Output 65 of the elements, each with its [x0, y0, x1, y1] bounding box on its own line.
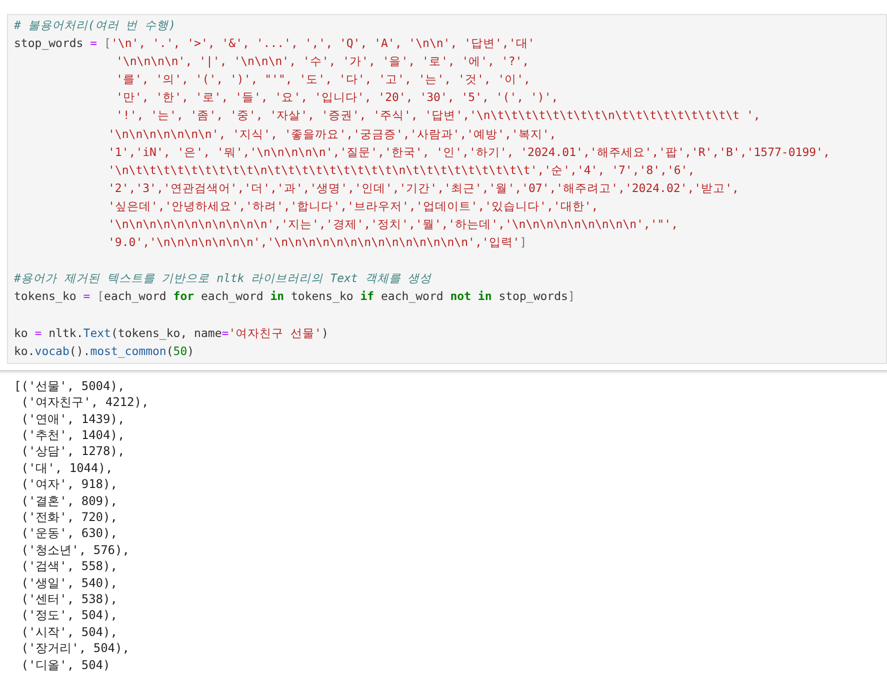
code-token: ().: [69, 342, 90, 360]
output-line: ('정도', 504),: [20, 607, 118, 624]
code-token: stop_words: [498, 288, 568, 306]
output-line: [('선물', 5004),: [14, 378, 125, 394]
output-line: ('장거리', 504),: [20, 640, 130, 657]
code-token: '\n\n\n\n\n\n\n', '지식', '좋을까요','궁금증','사람과','예방','복지',: [108, 126, 556, 143]
output-line: ('운동', 630),: [20, 525, 118, 542]
code-token: ko: [14, 324, 28, 342]
code-token: if: [359, 288, 376, 306]
code-token: '\n\n\n\n\n\n\n\n\n\n\n','지는','경제','정치','뭘','하는데','\n\n\n\n\n\n\n\n\n','"',: [108, 216, 678, 234]
code-token: [: [97, 288, 104, 306]
code-token: not in: [449, 288, 493, 306]
code-token: ): [321, 324, 328, 342]
code-token: '1','iN', '은', '뭐','\n\n\n\n\n','질문','한국', '인','하기', '2024.01','해주세요','팝','R','B','1577-0199',: [108, 144, 830, 161]
code-token: Text: [83, 324, 111, 342]
code-token: '\n', '.', '>', '&', '...', ',', 'Q', 'A', '\n\n', '답변','대': [110, 35, 535, 52]
code-token: tokens_ko: [290, 288, 354, 306]
code-token: each_word: [104, 288, 166, 306]
code-token: [: [104, 35, 111, 52]
code-token: '9.0','\n\n\n\n\n\n\n','\n\n\n\n\n\n\n\n\n\n\n\n\n\n','입력': [108, 234, 520, 252]
code-token: for: [172, 288, 196, 306]
code-token: ]: [568, 288, 575, 306]
output-line: ('센터', 538),: [20, 591, 118, 608]
output-line: ('전화', 720),: [20, 509, 118, 526]
output-line: ('디올', 504): [20, 656, 110, 674]
output-line: ('대', 1044),: [20, 460, 113, 476]
code-token: '여자친구 선물': [228, 324, 322, 342]
code-token: =: [222, 324, 229, 342]
code-token: vocab: [34, 342, 70, 360]
code-token: nltk.: [48, 324, 84, 342]
code-token: '!', '는', '좀', '중', '자살', '증권', '주식', '답변','\n\t\t\t\t\t\t\t\t\n\t\t\t\t\t\t\t\t\t ',: [116, 107, 760, 124]
code-token: '\n\n\n\n', '|', '\n\n\n', '수', '가', '을', '로', '에', '?',: [116, 53, 530, 70]
code-token: ]: [520, 234, 527, 252]
output-line: ('검색', 558),: [20, 558, 118, 575]
code-token: =: [82, 288, 92, 306]
code-token: (tokens_ko, name: [110, 324, 222, 342]
output-line: ('결혼', 809),: [20, 492, 118, 510]
code-token: '를', '의', '(', ')', "'", '도', '다', '고', '는', '것', '이',: [116, 71, 530, 88]
code-token: '싶은데','안녕하세요','하려','합니다','브라우저','업데이트','있습니다','대한',: [108, 198, 598, 215]
code-token: =: [89, 35, 98, 52]
output-line: ('연애', 1439),: [20, 410, 125, 427]
code-token: most_common: [90, 342, 166, 360]
output-line: ('여자친구', 4212),: [20, 394, 149, 411]
code-token: '\n\t\t\t\t\t\t\t\t\t\n\t\t\t\t\t\t\t\t\t\n\t\t\t\t\t\t\t\t\t','순','4', '7','8','6',: [108, 162, 695, 179]
code-token: ko.: [14, 342, 35, 360]
code-token: '만', '한', '로', '들', '요', '입니다', '20', '30', '5', '(', ')',: [116, 89, 558, 106]
output-line: ('생일', 540),: [20, 574, 118, 592]
code-token: '2','3','연관검색어','더','과','생명','인데','기간','최근','월','07','해주려고','2024.02','받고',: [108, 180, 739, 197]
output-line: ('시작', 504),: [20, 624, 118, 640]
code-comment: #용어가 제거된 텍스트를 기반으로 nltk 라이브러리의 Text 객체를 생성: [14, 270, 432, 288]
code-token: stop_words: [14, 35, 84, 52]
output-line: ('여자', 918),: [20, 476, 118, 493]
code-token: (: [166, 342, 174, 360]
output-line: ('상담', 1278),: [20, 443, 125, 460]
code-cell[interactable]: [7, 14, 887, 364]
code-token: each_word: [381, 288, 444, 306]
code-token: tokens_ko: [14, 288, 76, 306]
code-comment: # 불용어처리(여러 번 수행): [14, 17, 176, 34]
output-line: ('청소년', 576),: [20, 542, 130, 558]
code-token: in: [269, 288, 286, 306]
code-token: ): [187, 342, 194, 360]
code-token: 50: [173, 342, 188, 360]
code-token: each_word: [200, 288, 264, 306]
output-line: ('추천', 1404),: [20, 427, 125, 444]
code-token: =: [34, 324, 43, 342]
